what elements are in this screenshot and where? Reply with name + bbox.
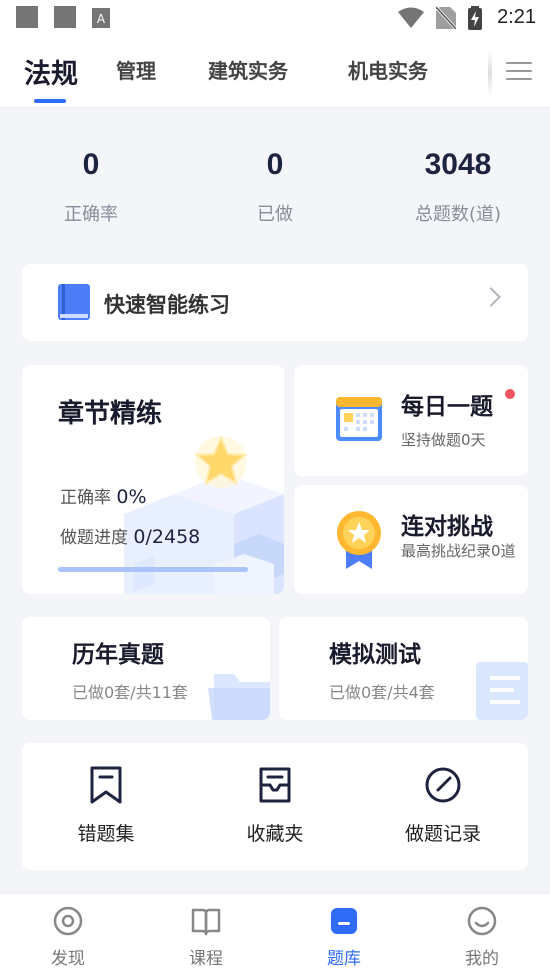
tools-panel: 错题集 收藏夹 做题记录 <box>22 743 528 870</box>
tab-law[interactable]: 法规 <box>24 52 78 91</box>
smiley-icon <box>467 906 497 936</box>
stat-value: 3048 <box>424 148 492 181</box>
mock-tests-title: 模拟测试 <box>329 642 421 668</box>
accuracy-value: 0% <box>116 486 147 508</box>
open-book-icon <box>191 908 221 936</box>
tool-label: 做题记录 <box>404 823 481 845</box>
clock: 2:21 <box>497 6 536 28</box>
quick-practice-button[interactable]: 快速智能练习 <box>22 264 528 341</box>
accuracy-label: 正确率 <box>60 488 111 508</box>
tool-label: 错题集 <box>77 823 135 845</box>
progress-label: 做题进度 <box>60 528 128 548</box>
wifi-icon <box>398 7 424 28</box>
stat-accuracy: 0 正确率 <box>16 148 166 226</box>
bookmark-icon <box>90 766 122 804</box>
nav-courses[interactable]: 课程 <box>156 906 256 969</box>
question-bank-icon <box>331 908 357 934</box>
book-icon <box>58 284 90 320</box>
medal-icon <box>337 511 381 569</box>
new-badge-dot <box>505 389 515 399</box>
folder-icon <box>208 674 270 720</box>
notification-icon <box>54 6 76 28</box>
document-icon <box>476 662 528 720</box>
mock-tests-card[interactable]: 模拟测试 已做0套/共4套 <box>279 617 528 720</box>
stat-label: 已做 <box>257 204 293 225</box>
nav-label: 课程 <box>189 949 223 969</box>
stat-total: 3048 总题数(道) <box>383 148 533 226</box>
status-bar: A 2:21 <box>0 0 550 38</box>
battery-charging-icon <box>468 6 482 30</box>
stat-label: 正确率 <box>64 204 118 225</box>
chevron-right-icon <box>481 287 501 307</box>
tabs-divider <box>488 50 492 96</box>
stat-done: 0 已做 <box>200 148 350 226</box>
progress-bar <box>58 567 248 572</box>
no-sim-icon <box>436 7 456 29</box>
gauge-icon <box>425 767 461 803</box>
tab-architecture[interactable]: 建筑实务 <box>208 55 288 84</box>
chapter-accuracy: 正确率 0% <box>60 483 147 508</box>
menu-icon[interactable] <box>506 62 532 84</box>
calendar-icon <box>336 397 382 441</box>
tab-management[interactable]: 管理 <box>116 55 156 84</box>
nav-label: 题库 <box>327 949 361 969</box>
eye-icon <box>53 906 83 936</box>
progress-value: 0/2458 <box>133 526 201 548</box>
notification-icon <box>16 6 38 28</box>
tool-label: 收藏夹 <box>246 823 304 845</box>
streak-challenge-subtitle: 最高挑战纪录0道 <box>401 542 516 560</box>
nav-discover[interactable]: 发现 <box>18 906 118 969</box>
chapter-practice-title: 章节精练 <box>58 399 163 429</box>
nav-label: 发现 <box>51 949 85 969</box>
past-exams-subtitle: 已做0套/共11套 <box>72 683 188 702</box>
svg-text:A: A <box>97 12 106 26</box>
nav-profile[interactable]: 我的 <box>432 906 532 969</box>
subject-tabs: 法规 管理 建筑实务 机电实务 <box>0 38 550 108</box>
practice-history-button[interactable]: 做题记录 <box>383 765 503 846</box>
streak-challenge-card[interactable]: 连对挑战 最高挑战纪录0道 <box>294 485 528 594</box>
stat-label: 总题数(道) <box>414 204 502 225</box>
mock-tests-subtitle: 已做0套/共4套 <box>329 683 435 702</box>
active-tab-indicator <box>34 99 66 103</box>
font-notification-icon: A <box>92 8 110 28</box>
daily-question-title: 每日一题 <box>401 394 493 420</box>
daily-question-subtitle: 坚持做题0天 <box>401 431 486 449</box>
stat-value: 0 <box>266 148 284 181</box>
nav-label: 我的 <box>465 949 499 969</box>
chapter-progress: 做题进度 0/2458 <box>60 523 200 548</box>
past-exams-card[interactable]: 历年真题 已做0套/共11套 <box>22 617 270 720</box>
stat-value: 0 <box>82 148 100 181</box>
favorites-button[interactable]: 收藏夹 <box>215 765 335 846</box>
chapter-practice-card[interactable]: 章节精练 正确率 0% 做题进度 0/2458 <box>22 365 284 594</box>
quick-practice-label: 快速智能练习 <box>104 293 230 317</box>
past-exams-title: 历年真题 <box>72 642 164 668</box>
nav-question-bank[interactable]: 题库 <box>294 906 394 969</box>
daily-question-card[interactable]: 每日一题 坚持做题0天 <box>294 365 528 476</box>
wrong-questions-button[interactable]: 错题集 <box>46 765 166 846</box>
bottom-navigation: 发现 课程 题库 我的 <box>0 893 550 977</box>
inbox-icon <box>259 767 291 803</box>
tab-mechanical-electrical[interactable]: 机电实务 <box>348 55 428 84</box>
streak-challenge-title: 连对挑战 <box>401 514 493 540</box>
